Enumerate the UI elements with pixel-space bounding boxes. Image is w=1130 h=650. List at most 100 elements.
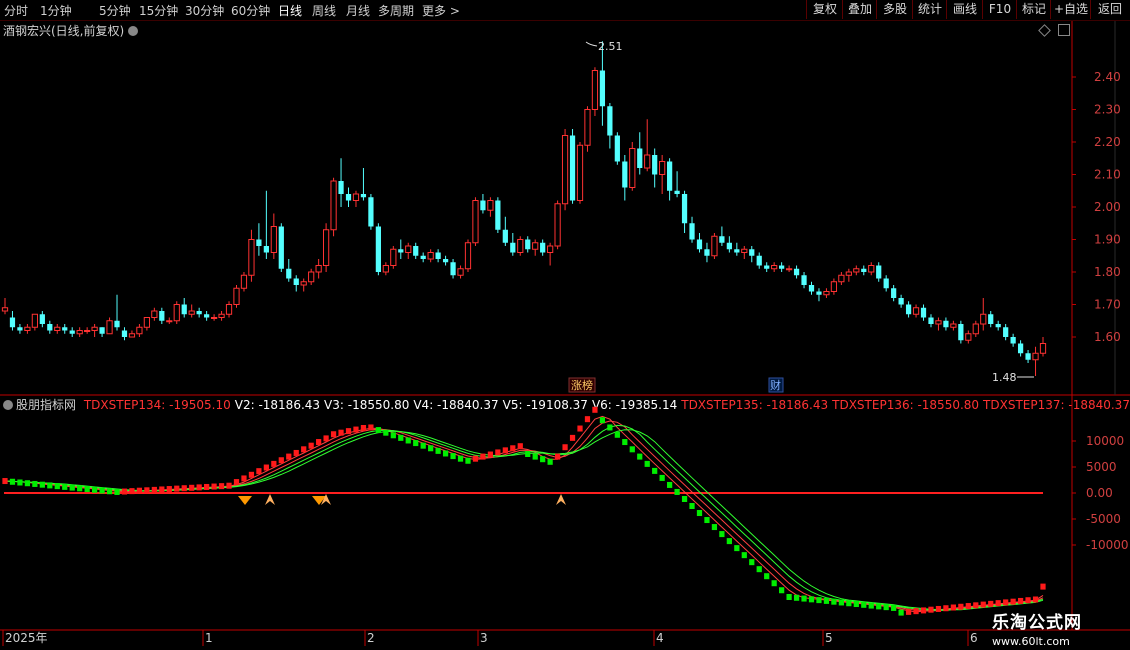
mark-button[interactable]: 标记 [1016,0,1051,19]
indicator-bar [637,453,643,460]
candle-body [823,291,830,296]
indicator-bar [495,449,501,456]
candle-body [173,304,180,322]
candle-body [779,265,785,269]
candle-body [398,249,404,253]
candle-body [1003,327,1009,337]
price-tick-label: 2.10 [1094,168,1121,182]
indicator-bar [838,599,844,606]
candle-body [652,155,658,175]
indicator-ma-line [4,424,1044,611]
tf-1min[interactable]: 1分钟 [40,2,72,19]
indicator-bar [831,598,837,605]
candle-body [845,271,852,276]
candle-body [487,200,494,211]
candle-body [286,268,292,279]
indicator-bar [487,451,494,458]
indicator-bar [32,480,38,487]
candle-body [293,278,299,285]
candle-body [1017,343,1024,354]
overlay-button[interactable]: 叠加 [842,0,877,19]
indicator-bar [301,446,307,453]
indicator-bar [719,531,725,538]
candle-body [69,330,75,334]
back-button[interactable]: 返回 [1090,0,1129,19]
tf-60min[interactable]: 60分钟 [231,2,270,19]
indicator-bar [928,606,934,613]
chart-canvas[interactable]: 2.40 2.30 2.20 2.10 2.00 1.90 1.80 1.70 1.60 2.51… [0,20,1130,650]
person-signal-icon [556,494,566,505]
indicator-bar [741,552,747,559]
indicator-bar [442,450,449,457]
indicator-bar [465,457,471,464]
candle-body [950,323,957,328]
indicator-bar [681,495,688,502]
indicator-bar [525,451,531,457]
indicator-bar [1010,598,1016,605]
candle-body [39,314,45,324]
indicator-bar [764,573,770,580]
indicator-bar [584,416,591,423]
candle-body [233,287,240,305]
date-tick-label: 4 [656,631,664,645]
candle-body [584,109,591,146]
indicator-bar [226,482,232,489]
indicator-bar [995,600,1001,607]
tf-daily[interactable]: 日线 [278,2,302,19]
candle-body [853,268,860,273]
candle-body [674,190,680,194]
indicator-bar [801,595,807,602]
candle-body [830,281,838,292]
candle-body [599,70,606,107]
person-signal-icon [265,494,275,505]
candle-body [210,317,218,319]
candle-body [196,311,202,315]
candle-body [17,327,23,331]
candle-body [54,326,61,331]
indicator-bar [47,482,53,489]
indicator-bar [271,460,277,467]
indicator-ma-line [4,420,1044,612]
stats-button[interactable]: 统计 [912,0,947,19]
fuquan-button[interactable]: 复权 [806,0,843,19]
watermark-line2: www.60lt.com [992,635,1070,648]
tf-multi-period[interactable]: 多周期 [378,2,414,19]
indicator-bar [554,453,561,460]
tf-weekly[interactable]: 周线 [312,2,336,19]
indicator-bar [472,455,479,462]
tf-more[interactable]: 更多 > [422,2,460,19]
indicator-bar [786,594,792,600]
indicator-bar [383,429,389,436]
add-watchlist-button[interactable]: +自选 [1050,0,1091,19]
indicator-bar [943,605,949,612]
candle-body [838,274,845,283]
candle-body [1039,343,1047,354]
indicator-bar [689,503,695,509]
candle-body [315,265,322,273]
candle-body [554,203,561,247]
indicator-bar [435,447,441,454]
tf-5min[interactable]: 5分钟 [99,2,131,19]
candle-body [756,255,762,266]
candle-body [128,333,136,338]
indicator-bar [771,580,777,587]
multi-stock-button[interactable]: 多股 [876,0,913,19]
indicator-bar [779,587,785,594]
candle-body [681,194,688,224]
candle-body [749,249,755,256]
tf-fenshi[interactable]: 分时 [4,2,28,19]
indicator-bar [965,603,971,610]
candle-body [614,135,620,162]
tf-monthly[interactable]: 月线 [346,2,370,19]
tf-15min[interactable]: 15分钟 [139,2,178,19]
indicator-bar [181,485,187,492]
candle-body [375,226,381,272]
indicator-bar [2,478,8,485]
tf-30min[interactable]: 30分钟 [185,2,224,19]
candle-body [561,135,569,205]
indicator-bar [129,488,135,495]
indicator-bar [330,431,337,438]
draw-line-button[interactable]: 画线 [946,0,983,19]
f10-button[interactable]: F10 [982,0,1017,19]
candle-body [876,265,882,279]
